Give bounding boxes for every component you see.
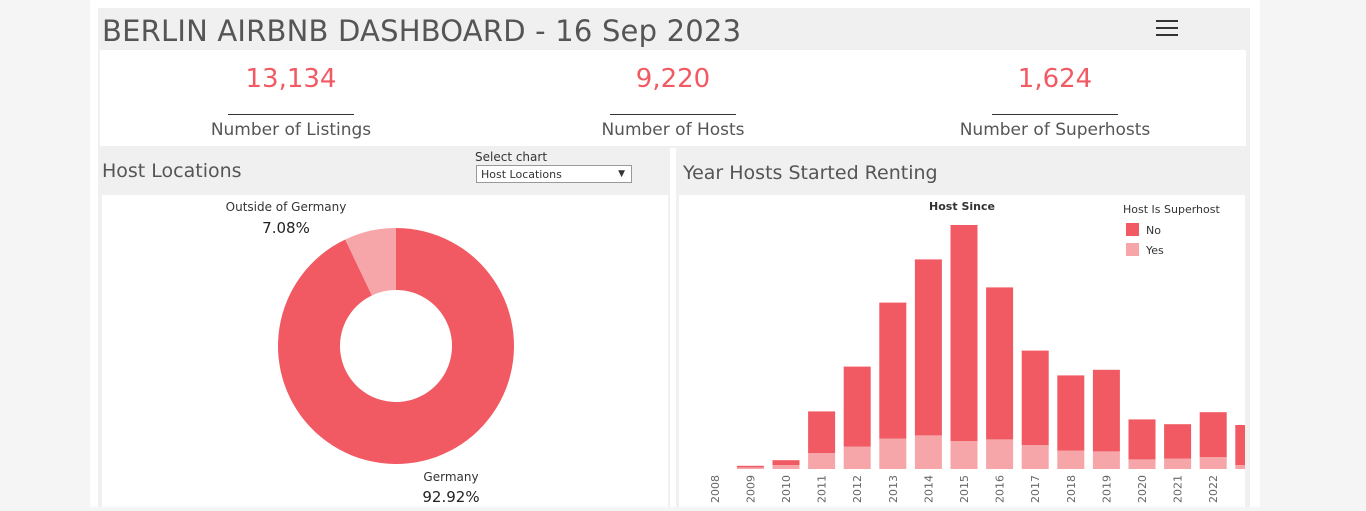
- bar-yes-2017[interactable]: [1021, 445, 1049, 469]
- bar-no-2012[interactable]: [843, 366, 871, 447]
- donut-chart-area: Germany 92.92% Outside of Germany 7.08%: [102, 195, 668, 507]
- x-tick-label: 2013: [887, 475, 900, 503]
- bar-no-2020[interactable]: [1128, 419, 1156, 460]
- title-bar: BERLIN AIRBNB DASHBOARD - 16 Sep 2023: [98, 8, 1250, 48]
- bar-no-2016[interactable]: [986, 287, 1014, 440]
- bar-yes-2009[interactable]: [736, 467, 764, 469]
- slice-value-label: 92.92%: [422, 488, 479, 506]
- divider: [228, 114, 354, 115]
- bar-no-2022[interactable]: [1199, 412, 1227, 457]
- x-axis-title: Host Since: [929, 200, 995, 213]
- x-tick-label: 2016: [994, 475, 1007, 503]
- bar-yes-2014[interactable]: [914, 435, 942, 469]
- bar-no-2011[interactable]: [808, 411, 836, 453]
- bar-no-2015[interactable]: [950, 225, 978, 441]
- kpi-row: 13,134 Number of Listings 9,220 Number o…: [98, 48, 1250, 148]
- kpi-label: Number of Hosts: [601, 120, 745, 140]
- x-tick-label: 2014: [922, 475, 935, 503]
- bar-no-2017[interactable]: [1021, 350, 1049, 445]
- kpi-listings: 13,134 Number of Listings: [100, 50, 482, 146]
- panel-title: Host Locations: [102, 160, 242, 182]
- kpi-superhosts: 1,624 Number of Superhosts: [864, 50, 1246, 146]
- x-tick-label: 2022: [1207, 475, 1220, 503]
- bar-yes-2018[interactable]: [1057, 450, 1085, 469]
- host-locations-panel: Host Locations Select chart Host Locatio…: [98, 148, 670, 507]
- bar-yes-2022[interactable]: [1199, 457, 1227, 469]
- bar-no-2009[interactable]: [736, 465, 764, 468]
- x-tick-label: 2018: [1065, 475, 1078, 503]
- bar-no-2014[interactable]: [914, 259, 942, 436]
- bar-yes-2015[interactable]: [950, 441, 978, 469]
- kpi-value: 1,624: [1017, 64, 1093, 94]
- legend-label: Yes: [1145, 244, 1164, 257]
- x-tick-label: 2009: [744, 475, 757, 503]
- hamburger-menu-icon[interactable]: [1156, 20, 1178, 36]
- bar-yes-2016[interactable]: [986, 439, 1014, 469]
- x-tick-label: 2021: [1172, 475, 1185, 503]
- dashboard-page: BERLIN AIRBNB DASHBOARD - 16 Sep 2023 13…: [90, 0, 1263, 507]
- bar-yes-2011[interactable]: [808, 453, 836, 469]
- page-title: BERLIN AIRBNB DASHBOARD - 16 Sep 2023: [102, 14, 742, 48]
- stacked-bar-chart: 2008 2009 2010 2011 2012 2013 2014 2015 2016 2017…: [709, 200, 1263, 503]
- x-tick-label: 2019: [1100, 475, 1113, 503]
- legend-label: No: [1146, 224, 1161, 237]
- x-tick-label: 2011: [816, 475, 829, 503]
- x-tick-label: 2010: [780, 475, 793, 503]
- bar-yes-2020[interactable]: [1128, 459, 1156, 469]
- slice-label: Germany: [423, 470, 478, 484]
- bar-no-2013[interactable]: [879, 302, 907, 439]
- select-value: Host Locations: [481, 168, 562, 181]
- legend-swatch-no[interactable]: [1126, 223, 1139, 236]
- x-tick-label: 2008: [709, 475, 722, 503]
- year-hosts-panel: Year Hosts Started Renting 2008 2009 2010 2…: [676, 148, 1263, 507]
- x-tick-label: 2017: [1029, 475, 1042, 503]
- panel-title: Year Hosts Started Renting: [683, 162, 938, 184]
- bar-no-2021[interactable]: [1164, 424, 1192, 459]
- kpi-label: Number of Superhosts: [959, 120, 1151, 140]
- kpi-hosts: 9,220 Number of Hosts: [482, 50, 864, 146]
- bar-yes-2021[interactable]: [1164, 458, 1192, 469]
- bar-no-2019[interactable]: [1092, 369, 1120, 452]
- bar-chart-area: 2008 2009 2010 2011 2012 2013 2014 2015 2016 2017…: [679, 195, 1263, 507]
- select-chart-label: Select chart: [475, 150, 548, 164]
- bar-no-2018[interactable]: [1057, 375, 1085, 451]
- kpi-label: Number of Listings: [210, 120, 372, 140]
- x-tick-label: 2015: [958, 475, 971, 503]
- bar-yes-2012[interactable]: [843, 446, 871, 469]
- divider: [610, 114, 736, 115]
- select-chart-dropdown[interactable]: Host Locations ▼: [476, 165, 632, 183]
- dropdown-arrow-icon: ▼: [618, 169, 625, 179]
- bar-yes-2023[interactable]: [1235, 465, 1263, 469]
- slice-value-label: 7.08%: [262, 219, 310, 237]
- kpi-value: 13,134: [245, 64, 337, 94]
- x-tick-label: 2012: [851, 475, 864, 503]
- bar-yes-2010[interactable]: [772, 465, 800, 469]
- legend-swatch-yes[interactable]: [1126, 243, 1139, 256]
- kpi-value: 9,220: [635, 64, 711, 94]
- bar-yes-2019[interactable]: [1092, 451, 1120, 469]
- x-tick-label: 2023: [1243, 475, 1245, 503]
- legend-title: Host Is Superhost: [1123, 203, 1220, 216]
- slice-label: Outside of Germany: [226, 200, 347, 214]
- bar-yes-2013[interactable]: [879, 438, 907, 469]
- donut-chart: Germany 92.92% Outside of Germany 7.08%: [226, 200, 514, 506]
- bar-no-2010[interactable]: [772, 460, 800, 465]
- bar-no-2023[interactable]: [1235, 425, 1263, 465]
- x-tick-label: 2020: [1136, 475, 1149, 503]
- divider: [992, 114, 1118, 115]
